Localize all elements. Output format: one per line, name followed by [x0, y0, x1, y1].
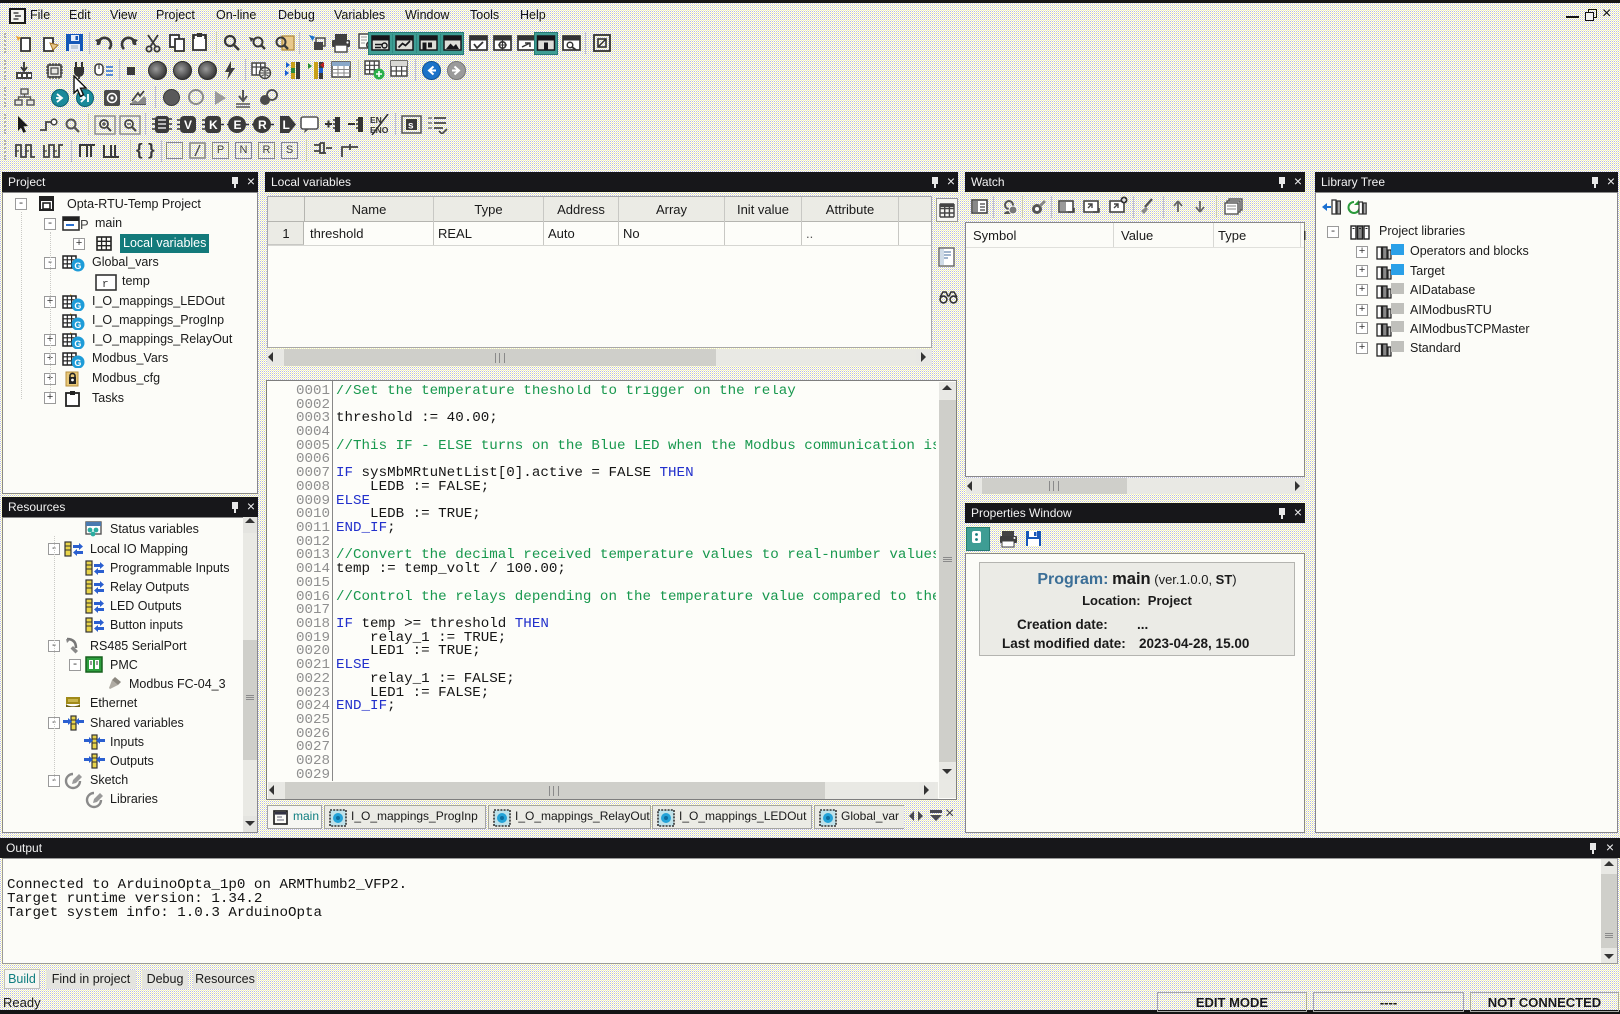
svg-text:r: r — [102, 279, 109, 291]
svg-text:E: E — [234, 118, 242, 132]
svg-text:G: G — [74, 320, 81, 330]
svg-text:P: P — [80, 217, 88, 232]
svg-text:s: s — [408, 121, 414, 132]
svg-text:L: L — [283, 118, 290, 132]
svg-text:G: G — [74, 339, 81, 349]
svg-text:R: R — [258, 118, 267, 132]
svg-text:V: V — [184, 118, 192, 132]
svg-text:G: G — [74, 301, 81, 311]
svg-text:G: G — [74, 261, 81, 271]
svg-text:K: K — [209, 118, 218, 132]
svg-text:G: G — [74, 358, 81, 368]
